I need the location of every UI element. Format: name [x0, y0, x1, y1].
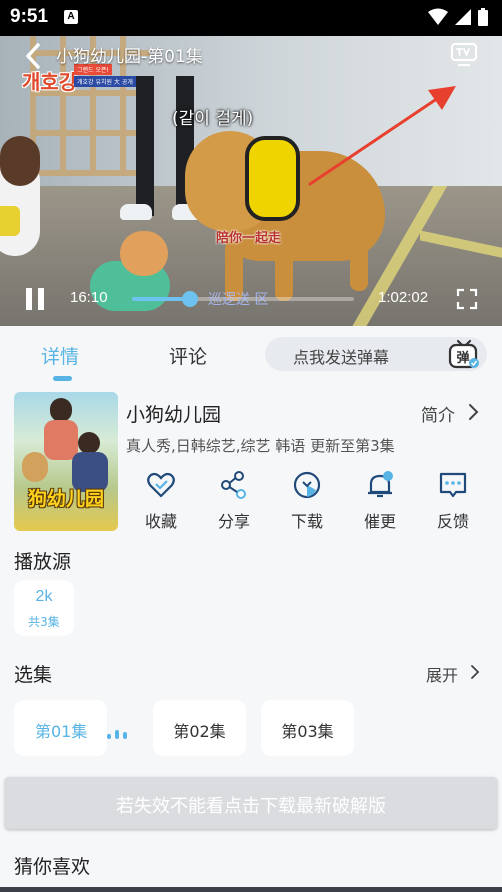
recommend-section-title: 猜你喜欢: [14, 856, 91, 878]
cast-tv-icon[interactable]: [450, 42, 478, 68]
source-section-title: 播放源: [14, 551, 72, 573]
current-time: 16:10: [70, 289, 108, 306]
poster-title: 狗幼儿园: [27, 488, 104, 510]
episode-item-01[interactable]: 第01集: [14, 700, 127, 756]
show-poster[interactable]: 狗幼儿园: [14, 392, 118, 531]
download-button[interactable]: 下载: [272, 468, 342, 534]
total-time: 1:02:02: [378, 289, 429, 306]
chevron-right-icon[interactable]: [469, 664, 481, 680]
episode-label: 第03集: [281, 722, 334, 741]
danmaku-toggle-icon[interactable]: 弹: [448, 339, 480, 369]
episode-item-03[interactable]: 第03集: [261, 700, 354, 756]
video-player[interactable]: 개호강 그랜드 오픈! 개호강 유치원 大 공개 小狗幼儿园-第01集 (같이 …: [0, 36, 502, 326]
episode-item-02[interactable]: 第02集: [153, 700, 246, 756]
source-episode-count: 共3集: [28, 615, 60, 629]
detail-tab-bar: 详情 评论 点我发送弹幕 弹: [0, 326, 502, 384]
recommend-list-edge: [0, 887, 502, 892]
danmaku-placeholder: 点我发送弹幕: [293, 348, 390, 367]
share-label: 分享: [217, 512, 250, 531]
show-logo-tag: 개호강 유치원 大 공개: [74, 76, 136, 87]
bell-icon: [368, 471, 393, 498]
download-banner-text: 若失效不能看点击下载最新破解版: [116, 796, 386, 817]
chevron-right-icon[interactable]: [466, 403, 480, 421]
danmaku-input[interactable]: 点我发送弹幕 弹: [265, 337, 487, 371]
notification-icon: A: [64, 10, 78, 24]
fullscreen-icon[interactable]: [456, 288, 478, 310]
urge-update-label: 催更: [363, 512, 396, 531]
action-row: 收藏 分享 下载 催更 反馈: [126, 468, 496, 534]
back-arrow-icon[interactable]: [22, 42, 46, 70]
download-label: 下载: [290, 512, 323, 531]
episode-section-title: 选集: [14, 664, 53, 686]
progress-overlay-text: 巡逻送 区: [208, 292, 269, 308]
feedback-label: 反馈: [436, 512, 469, 531]
intro-link[interactable]: 简介: [421, 401, 455, 426]
feedback-icon: [439, 472, 467, 498]
episode-label: 第02集: [173, 722, 226, 741]
urge-update-button[interactable]: 催更: [345, 468, 415, 534]
video-subtitle-chinese: 陪你一起走: [216, 231, 282, 246]
expand-link[interactable]: 展开: [426, 662, 458, 686]
tab-detail[interactable]: 详情: [41, 342, 79, 369]
favorite-label: 收藏: [144, 512, 177, 531]
share-icon: [221, 471, 246, 499]
progress-knob[interactable]: [182, 291, 198, 307]
status-time: 9:51: [10, 6, 49, 27]
episode-label: 第01集: [35, 722, 88, 741]
svg-text:弹: 弹: [456, 350, 469, 366]
tab-indicator: [53, 376, 72, 381]
player-controls: 16:10 巡逻送 区 1:02:02: [0, 282, 502, 316]
video-frame-dog-left: [0, 136, 50, 276]
signal-icon: [455, 9, 471, 25]
heart-icon: [147, 472, 175, 498]
red-arrow-annotation: [308, 86, 456, 186]
battery-icon: [478, 8, 488, 26]
status-bar: 9:51 A: [0, 0, 502, 36]
playing-indicator-icon: [107, 725, 131, 739]
share-button[interactable]: 分享: [199, 468, 269, 534]
download-icon: [293, 471, 321, 499]
show-meta: 真人秀,日韩综艺,综艺 韩语 更新至第3集: [126, 437, 395, 455]
video-title: 小狗幼儿园-第01集: [56, 47, 203, 67]
pause-icon[interactable]: [24, 288, 46, 310]
source-name: 2k: [35, 588, 53, 605]
feedback-button[interactable]: 反馈: [418, 468, 488, 534]
favorite-button[interactable]: 收藏: [126, 468, 196, 534]
status-icons: [428, 8, 488, 26]
source-item[interactable]: 2k 共3集: [14, 580, 74, 636]
wifi-icon: [428, 8, 448, 25]
video-subtitle-korean: (같이 걸게): [172, 109, 254, 129]
download-banner[interactable]: 若失效不能看点击下载最新破解版: [5, 777, 497, 829]
show-title: 小狗幼儿园: [126, 404, 222, 426]
tab-comments[interactable]: 评论: [169, 342, 207, 369]
